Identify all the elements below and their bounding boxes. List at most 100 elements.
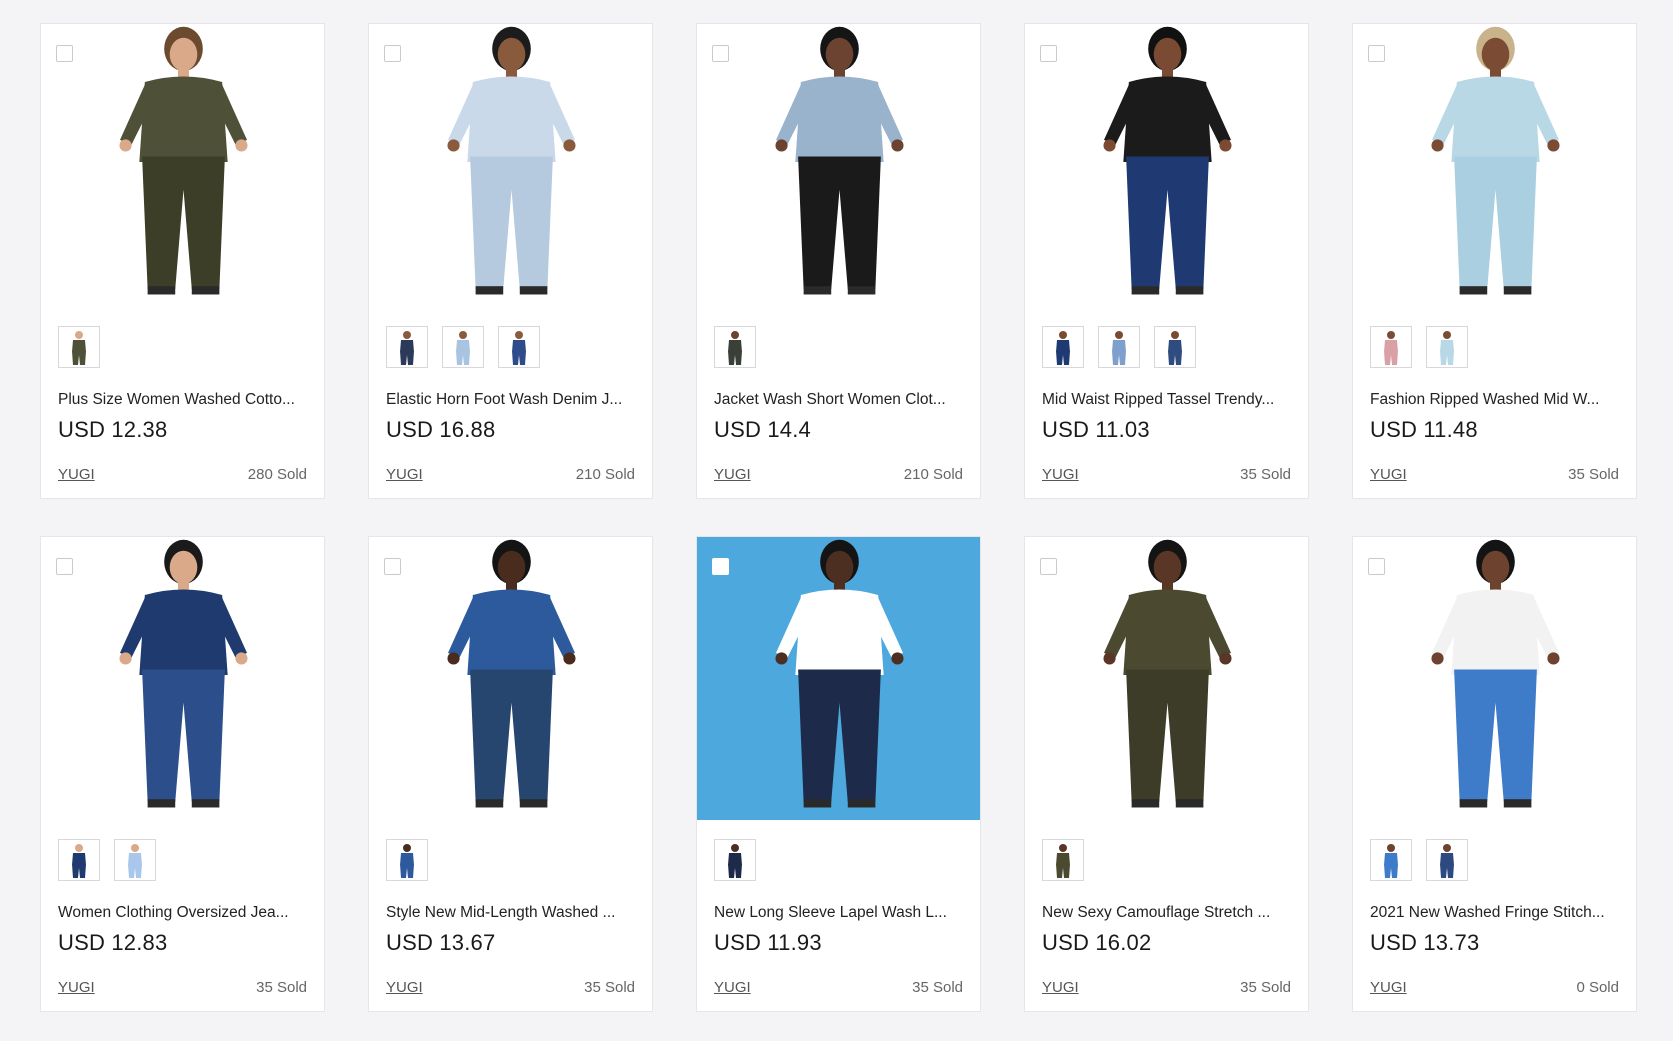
color-swatch[interactable] <box>114 839 156 881</box>
color-swatch[interactable] <box>714 326 756 368</box>
sold-count: 0 Sold <box>1576 979 1619 996</box>
color-swatch[interactable] <box>1370 326 1412 368</box>
product-title[interactable]: Style New Mid-Length Washed ... <box>386 904 642 922</box>
product-card[interactable]: 2021 New Washed Fringe Stitch... USD 13.7… <box>1352 536 1637 1012</box>
color-swatches <box>386 326 540 368</box>
product-card[interactable]: Jacket Wash Short Women Clot... USD 14.4 Y… <box>696 23 981 499</box>
sold-count: 35 Sold <box>584 979 635 996</box>
seller-link[interactable]: YUGI <box>386 979 423 996</box>
color-swatch[interactable] <box>1154 326 1196 368</box>
color-swatches <box>386 839 428 881</box>
product-image[interactable] <box>41 537 324 820</box>
select-checkbox[interactable] <box>1368 45 1385 62</box>
select-checkbox[interactable] <box>712 558 729 575</box>
color-swatch[interactable] <box>1426 326 1468 368</box>
select-checkbox[interactable] <box>1040 45 1057 62</box>
product-title[interactable]: New Long Sleeve Lapel Wash L... <box>714 904 970 922</box>
product-card[interactable]: Plus Size Women Washed Cotto... USD 12.38… <box>40 23 325 499</box>
sold-count: 35 Sold <box>1568 466 1619 483</box>
sold-count: 35 Sold <box>912 979 963 996</box>
color-swatch[interactable] <box>58 839 100 881</box>
seller-link[interactable]: YUGI <box>1370 466 1407 483</box>
seller-link[interactable]: YUGI <box>386 466 423 483</box>
model-photo <box>41 537 324 820</box>
sold-count: 210 Sold <box>903 466 963 483</box>
sold-count: 35 Sold <box>1240 466 1291 483</box>
seller-link[interactable]: YUGI <box>714 979 751 996</box>
product-title[interactable]: Women Clothing Oversized Jea... <box>58 904 314 922</box>
model-photo <box>697 24 980 307</box>
product-image[interactable] <box>1025 24 1308 307</box>
color-swatch[interactable] <box>1042 326 1084 368</box>
product-title[interactable]: Fashion Ripped Washed Mid W... <box>1370 391 1626 409</box>
product-title[interactable]: Plus Size Women Washed Cotto... <box>58 391 314 409</box>
sold-count: 280 Sold <box>247 466 307 483</box>
product-price: USD 12.83 <box>58 930 168 955</box>
product-card[interactable]: New Long Sleeve Lapel Wash L... USD 11.93… <box>696 536 981 1012</box>
color-swatch[interactable] <box>386 839 428 881</box>
seller-link[interactable]: YUGI <box>58 979 95 996</box>
model-photo <box>1025 537 1308 820</box>
product-price: USD 11.93 <box>714 930 822 955</box>
product-card[interactable]: Elastic Horn Foot Wash Denim J... USD 16.… <box>368 23 653 499</box>
color-swatches <box>1042 839 1084 881</box>
product-image[interactable] <box>1353 24 1636 307</box>
model-photo <box>369 24 652 307</box>
seller-link[interactable]: YUGI <box>1042 979 1079 996</box>
color-swatch[interactable] <box>58 326 100 368</box>
product-title[interactable]: Jacket Wash Short Women Clot... <box>714 391 970 409</box>
color-swatch[interactable] <box>1042 839 1084 881</box>
product-card[interactable]: Style New Mid-Length Washed ... USD 13.67… <box>368 536 653 1012</box>
product-card[interactable]: New Sexy Camouflage Stretch ... USD 16.02… <box>1024 536 1309 1012</box>
product-price: USD 11.03 <box>1042 417 1150 442</box>
color-swatch[interactable] <box>442 326 484 368</box>
product-title[interactable]: 2021 New Washed Fringe Stitch... <box>1370 904 1626 922</box>
select-checkbox[interactable] <box>56 558 73 575</box>
product-image[interactable] <box>41 24 324 307</box>
color-swatches <box>1042 326 1196 368</box>
product-image[interactable] <box>369 537 652 820</box>
seller-link[interactable]: YUGI <box>1042 466 1079 483</box>
select-checkbox[interactable] <box>384 45 401 62</box>
product-title[interactable]: Mid Waist Ripped Tassel Trendy... <box>1042 391 1298 409</box>
seller-link[interactable]: YUGI <box>714 466 751 483</box>
product-image[interactable] <box>697 24 980 307</box>
seller-link[interactable]: YUGI <box>1370 979 1407 996</box>
product-title[interactable]: Elastic Horn Foot Wash Denim J... <box>386 391 642 409</box>
select-checkbox[interactable] <box>1368 558 1385 575</box>
product-card[interactable]: Fashion Ripped Washed Mid W... USD 11.48 Y… <box>1352 23 1637 499</box>
model-photo <box>369 537 652 820</box>
product-price: USD 16.02 <box>1042 930 1152 955</box>
product-price: USD 14.4 <box>714 417 811 442</box>
select-checkbox[interactable] <box>712 45 729 62</box>
product-card[interactable]: Women Clothing Oversized Jea... USD 12.83… <box>40 536 325 1012</box>
color-swatches <box>714 839 756 881</box>
product-title[interactable]: New Sexy Camouflage Stretch ... <box>1042 904 1298 922</box>
product-price: USD 13.73 <box>1370 930 1480 955</box>
color-swatch[interactable] <box>1098 326 1140 368</box>
product-image[interactable] <box>1353 537 1636 820</box>
color-swatch[interactable] <box>1426 839 1468 881</box>
color-swatches <box>58 839 156 881</box>
select-checkbox[interactable] <box>384 558 401 575</box>
product-price: USD 11.48 <box>1370 417 1478 442</box>
model-photo <box>1353 537 1636 820</box>
product-image[interactable] <box>697 537 980 820</box>
color-swatches <box>1370 839 1468 881</box>
seller-link[interactable]: YUGI <box>58 466 95 483</box>
product-image[interactable] <box>369 24 652 307</box>
model-photo <box>41 24 324 307</box>
product-image[interactable] <box>1025 537 1308 820</box>
product-card[interactable]: Mid Waist Ripped Tassel Trendy... USD 11.… <box>1024 23 1309 499</box>
select-checkbox[interactable] <box>56 45 73 62</box>
product-grid: Plus Size Women Washed Cotto... USD 12.38… <box>40 23 1637 1012</box>
product-price: USD 12.38 <box>58 417 168 442</box>
color-swatches <box>1370 326 1468 368</box>
color-swatch[interactable] <box>714 839 756 881</box>
select-checkbox[interactable] <box>1040 558 1057 575</box>
color-swatch[interactable] <box>386 326 428 368</box>
color-swatch[interactable] <box>1370 839 1412 881</box>
model-photo <box>697 537 980 820</box>
color-swatch[interactable] <box>498 326 540 368</box>
sold-count: 35 Sold <box>256 979 307 996</box>
